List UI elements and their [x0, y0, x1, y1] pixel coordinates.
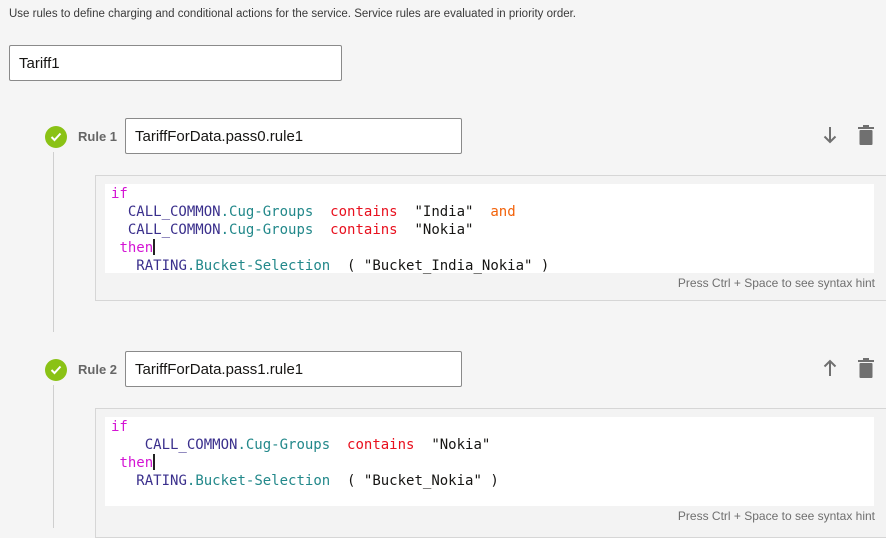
code-line: CALL_COMMON.Cug-Groups contains "Nokia" [111, 221, 874, 239]
trash-icon[interactable] [856, 357, 876, 379]
code-token: contains [347, 437, 415, 453]
check-circle-icon [45, 359, 67, 381]
code-token: ( "Bucket_Nokia" ) [330, 473, 499, 489]
code-token: RATING [136, 473, 187, 489]
syntax-hint: Press Ctrl + Space to see syntax hint [677, 509, 875, 523]
code-line: CALL_COMMON.Cug-Groups contains "Nokia" [111, 436, 874, 454]
code-line: CALL_COMMON.Cug-Groups contains "India" … [111, 203, 874, 221]
code-token: Cug-Groups [229, 222, 314, 238]
code-token: . [220, 204, 230, 220]
intro-text: Use rules to define charging and conditi… [9, 8, 576, 20]
code-token: . [220, 222, 230, 238]
code-token: then [119, 240, 154, 256]
code-token: . [237, 437, 246, 453]
code-token: CALL_COMMON [127, 222, 221, 238]
arrow-up-icon[interactable] [820, 357, 840, 379]
code-token: RATING [136, 258, 187, 274]
service-name-input[interactable]: Tariff1 [9, 45, 342, 81]
syntax-hint: Press Ctrl + Space to see syntax hint [677, 276, 875, 290]
code-token: and [490, 204, 516, 220]
rule-connector-line [53, 152, 54, 332]
code-token: Cug-Groups [229, 204, 314, 220]
code-token: then [119, 455, 154, 471]
trash-icon[interactable] [856, 124, 876, 146]
code-token: contains [330, 222, 398, 238]
code-token: CALL_COMMON [144, 437, 238, 453]
rule-connector-line [53, 385, 54, 528]
code-token: if [111, 186, 128, 202]
rule-code-editor-panel: if CALL_COMMON.Cug-Groups contains "Noki… [95, 408, 886, 538]
service-name-value: Tariff1 [19, 54, 60, 72]
code-token: Cug-Groups [245, 437, 331, 453]
rule-name-input[interactable]: TariffForData.pass0.rule1 [125, 118, 462, 154]
rule-code-editor-panel: if CALL_COMMON.Cug-Groups contains "Indi… [95, 175, 886, 301]
code-token: ( "Bucket_India_Nokia" ) [330, 258, 550, 274]
code-line: if [111, 185, 874, 203]
code-token: "Nokia" [431, 437, 491, 453]
rule-code-editor[interactable]: if CALL_COMMON.Cug-Groups contains "Noki… [105, 417, 874, 506]
code-token: CALL_COMMON [127, 204, 221, 220]
rule-name-value: TariffForData.pass0.rule1 [135, 127, 304, 145]
rule-code-editor[interactable]: if CALL_COMMON.Cug-Groups contains "Indi… [105, 184, 874, 275]
code-line: if [111, 418, 874, 436]
arrow-down-icon[interactable] [820, 124, 840, 146]
rule-name-value: TariffForData.pass1.rule1 [135, 360, 304, 378]
rule-label: Rule 1 [78, 129, 118, 144]
check-circle-icon [45, 126, 67, 148]
code-line: then [111, 239, 874, 257]
code-token: "India" [414, 204, 474, 220]
code-line: RATING.Bucket-Selection ( "Bucket_Nokia"… [111, 472, 874, 490]
code-token: "Nokia" [414, 222, 474, 238]
code-token: Bucket-Selection [195, 258, 331, 274]
text-cursor [153, 239, 155, 255]
code-token: contains [330, 204, 398, 220]
rule-name-input[interactable]: TariffForData.pass1.rule1 [125, 351, 462, 387]
code-token: if [111, 419, 128, 435]
rule-label: Rule 2 [78, 362, 118, 377]
code-token: Bucket-Selection [195, 473, 331, 489]
code-line: then [111, 454, 874, 472]
text-cursor [153, 454, 155, 470]
code-line: RATING.Bucket-Selection ( "Bucket_India_… [111, 257, 874, 275]
